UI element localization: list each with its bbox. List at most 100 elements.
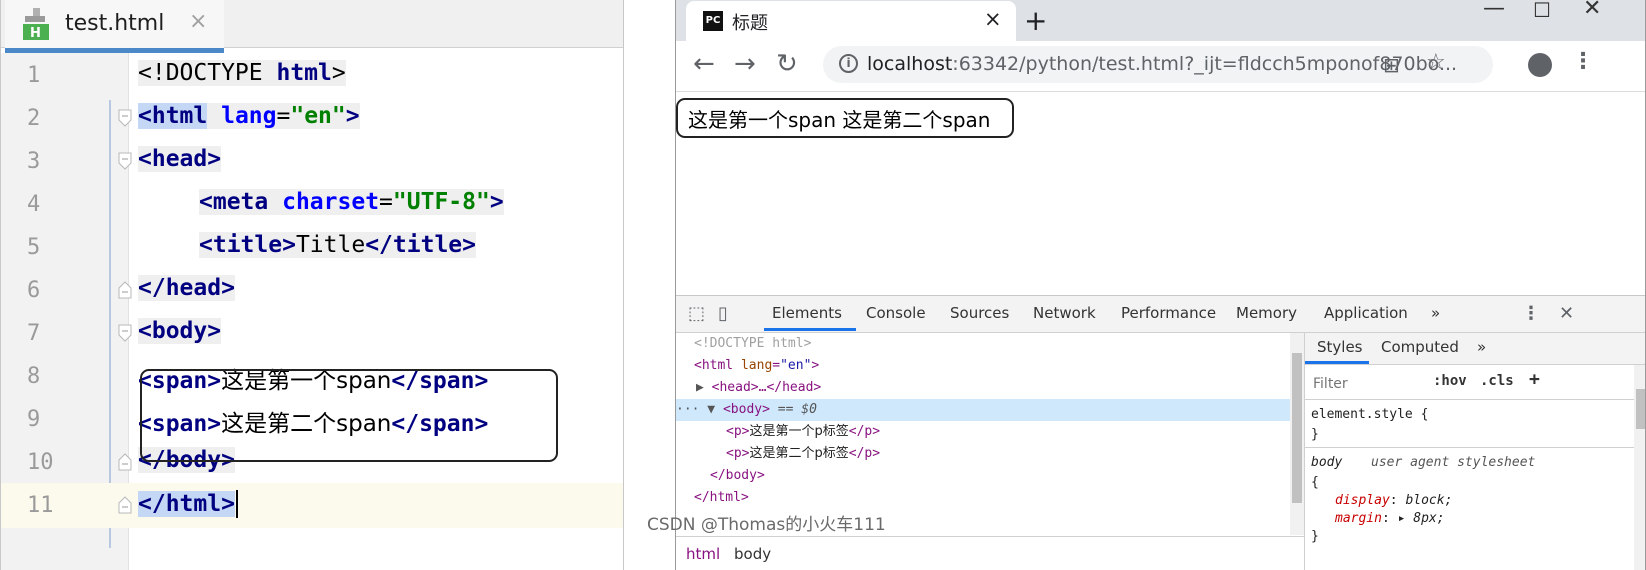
dom-node[interactable]: <p>这是第二个p标签</p> bbox=[726, 443, 1340, 465]
code-line: 6 </head> bbox=[1, 268, 623, 313]
translate-icon[interactable]: ⊞ bbox=[1383, 53, 1400, 77]
editor-tab-test-html[interactable]: H test.html × bbox=[5, 0, 224, 53]
menu-kebab-icon[interactable]: ⋮ bbox=[1572, 49, 1594, 74]
new-tab-button[interactable]: + bbox=[1024, 4, 1047, 37]
dom-node[interactable]: <p>这是第一个p标签</p> bbox=[726, 421, 1340, 443]
address-bar[interactable]: i localhost:63342/python/test.html?_ijt=… bbox=[823, 46, 1493, 83]
back-arrow-icon[interactable]: ← bbox=[693, 49, 715, 79]
body-selector[interactable]: body bbox=[1311, 455, 1342, 470]
line-number: 9 bbox=[27, 407, 41, 432]
device-toolbar-icon[interactable]: ▯ bbox=[718, 303, 728, 324]
line-number: 3 bbox=[27, 149, 41, 174]
tab-sources[interactable]: Sources bbox=[950, 304, 1009, 322]
tab-computed[interactable]: Computed bbox=[1381, 338, 1459, 356]
fold-icon[interactable] bbox=[118, 453, 132, 471]
line-number: 4 bbox=[27, 192, 41, 217]
rule-origin: user agent stylesheet bbox=[1371, 455, 1536, 470]
html-file-icon: H bbox=[23, 8, 49, 40]
active-tab-underline bbox=[764, 328, 856, 331]
code-line: 2 <html lang="en"> bbox=[1, 96, 623, 141]
fold-icon[interactable] bbox=[118, 324, 132, 342]
dom-node-selected[interactable]: ··· ▼ <body> == $0 bbox=[676, 399, 1290, 421]
tab-memory[interactable]: Memory bbox=[1236, 304, 1297, 322]
code-line: 3 <head> bbox=[1, 139, 623, 184]
page-span-text: 这是第一个span 这是第二个span bbox=[688, 108, 991, 132]
current-code-line: 11 </html> bbox=[1, 483, 623, 528]
browser-tab-strip: PC 标题 × + — ☐ ✕ bbox=[676, 0, 1645, 41]
breadcrumb-body[interactable]: body bbox=[734, 545, 771, 563]
element-style-rule[interactable]: element.style { bbox=[1311, 407, 1428, 422]
line-number: 10 bbox=[27, 450, 54, 475]
styles-filter-row: :hov .cls + bbox=[1305, 365, 1645, 400]
profile-avatar-icon[interactable] bbox=[1528, 53, 1552, 77]
code-area[interactable]: 1 <!DOCTYPE html> 2 <html lang="en"> 3 <… bbox=[1, 53, 623, 570]
scrollbar-thumb[interactable] bbox=[1636, 389, 1645, 429]
line-number: 8 bbox=[27, 364, 41, 389]
close-tab-icon[interactable]: × bbox=[984, 7, 1002, 31]
code-text: <head> bbox=[138, 146, 222, 172]
tab-elements[interactable]: Elements bbox=[772, 304, 842, 322]
rule-divider bbox=[1305, 447, 1645, 448]
fold-icon[interactable] bbox=[118, 152, 132, 170]
code-text: <body> bbox=[138, 318, 222, 344]
tab-network[interactable]: Network bbox=[1033, 304, 1096, 322]
code-text: <meta charset="UTF-8"> bbox=[199, 189, 504, 215]
bookmark-star-icon[interactable]: ☆ bbox=[1426, 50, 1446, 75]
forward-arrow-icon[interactable]: → bbox=[734, 49, 756, 79]
dom-node[interactable]: ▶ <head>…</head> bbox=[696, 377, 1310, 399]
svg-text:H: H bbox=[30, 26, 41, 40]
rule-open-brace: { bbox=[1311, 475, 1319, 490]
browser-tab[interactable]: PC 标题 × bbox=[686, 1, 1016, 41]
code-editor: H test.html × 1 <!DOCTYPE html> 2 <html … bbox=[0, 0, 624, 570]
more-style-tabs-icon[interactable]: » bbox=[1477, 338, 1486, 356]
styles-scrollbar[interactable] bbox=[1634, 365, 1645, 570]
fold-icon[interactable] bbox=[118, 281, 132, 299]
minimize-icon[interactable]: — bbox=[1483, 0, 1505, 21]
code-text: <title>Title</title> bbox=[199, 232, 476, 258]
breadcrumb-html[interactable]: html bbox=[686, 545, 720, 563]
dom-node[interactable]: </body> bbox=[710, 465, 1324, 487]
highlight-annotation-box: 这是第一个span 这是第二个span bbox=[676, 98, 1014, 138]
styles-filter-input[interactable] bbox=[1311, 372, 1415, 396]
rule-close-brace: } bbox=[1311, 427, 1319, 442]
devtools-menu-icon[interactable]: ⋮ bbox=[1522, 303, 1540, 324]
css-property-display[interactable]: display: block; bbox=[1335, 493, 1452, 508]
fold-icon[interactable] bbox=[118, 496, 132, 514]
dom-scrollbar[interactable] bbox=[1290, 333, 1304, 535]
new-style-rule-button[interactable]: + bbox=[1529, 369, 1540, 390]
dom-node[interactable]: <!DOCTYPE html> bbox=[694, 333, 1308, 355]
code-text: <html lang="en"> bbox=[138, 103, 360, 129]
hov-toggle-button[interactable]: :hov bbox=[1433, 373, 1467, 389]
info-icon[interactable]: i bbox=[839, 54, 858, 73]
dom-node[interactable]: <html lang="en"> bbox=[694, 355, 1308, 377]
line-number: 1 bbox=[27, 63, 41, 88]
devtools-close-icon[interactable]: ✕ bbox=[1559, 303, 1574, 324]
tab-performance[interactable]: Performance bbox=[1121, 304, 1216, 322]
editor-tab-label: test.html bbox=[65, 11, 165, 36]
code-line: 4 <meta charset="UTF-8"> bbox=[1, 182, 623, 227]
scrollbar-thumb[interactable] bbox=[1292, 353, 1302, 503]
fold-icon[interactable] bbox=[118, 109, 132, 127]
reload-icon[interactable]: ↻ bbox=[776, 49, 798, 79]
url-text[interactable]: localhost:63342/python/test.html?_ijt=fl… bbox=[867, 53, 1457, 75]
code-text: <!DOCTYPE html> bbox=[138, 60, 346, 86]
css-property-margin[interactable]: margin: ▸ 8px; bbox=[1335, 511, 1445, 526]
window-close-icon[interactable]: ✕ bbox=[1583, 0, 1601, 21]
cls-toggle-button[interactable]: .cls bbox=[1480, 373, 1514, 389]
text-caret bbox=[235, 490, 238, 518]
line-number: 2 bbox=[27, 106, 41, 131]
tab-styles[interactable]: Styles bbox=[1317, 338, 1363, 356]
tab-application[interactable]: Application bbox=[1324, 304, 1408, 322]
line-number: 11 bbox=[27, 493, 54, 518]
close-icon[interactable]: × bbox=[189, 9, 207, 34]
code-line: 5 <title>Title</title> bbox=[1, 225, 623, 270]
more-tabs-icon[interactable]: » bbox=[1431, 304, 1440, 322]
code-text: </head> bbox=[138, 275, 235, 301]
highlight-annotation-box bbox=[140, 369, 558, 462]
inspect-element-icon[interactable]: ⬚ bbox=[688, 303, 705, 324]
code-line: 7 <body> bbox=[1, 311, 623, 356]
dom-node[interactable]: </html> bbox=[694, 487, 1308, 509]
tab-console[interactable]: Console bbox=[866, 304, 926, 322]
dom-tree[interactable]: <!DOCTYPE html> <html lang="en"> ▶ <head… bbox=[676, 333, 1304, 535]
maximize-icon[interactable]: ☐ bbox=[1533, 0, 1551, 22]
